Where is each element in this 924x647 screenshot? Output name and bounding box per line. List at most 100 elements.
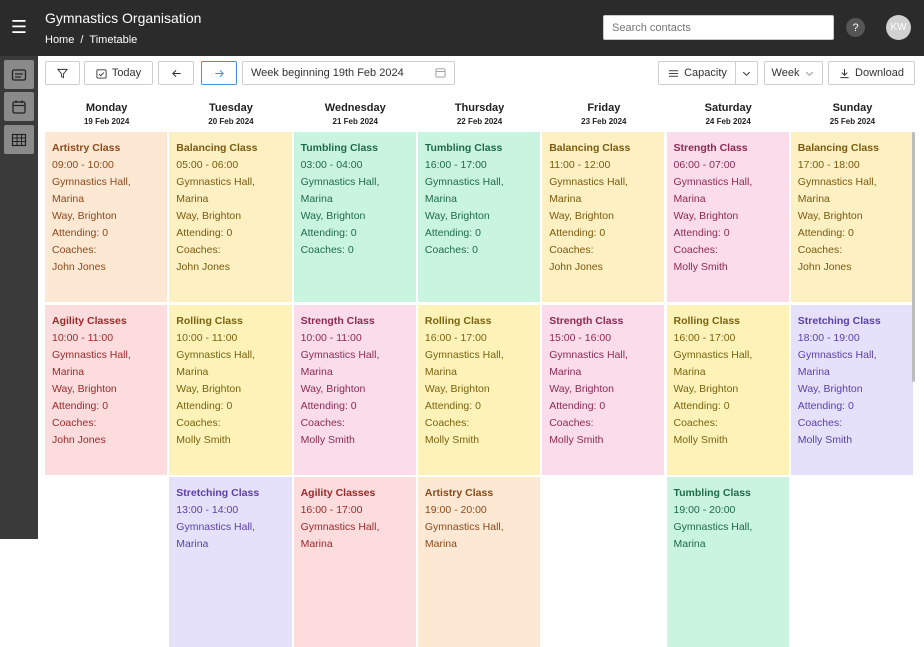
chevron-down-icon bbox=[742, 71, 751, 76]
class-card[interactable]: Stretching Class 18:00 - 19:00 Gymnastics … bbox=[790, 305, 914, 475]
class-card[interactable]: Strength Class 10:00 - 11:00 Gymnastics Ha… bbox=[293, 305, 416, 475]
class-card[interactable]: Balancing Class 11:00 - 12:00 Gymnastics H… bbox=[542, 132, 665, 302]
arrow-right-icon bbox=[214, 69, 224, 77]
class-time: 13:00 - 14:00 bbox=[176, 504, 239, 516]
class-loc2: Way, Brighton bbox=[300, 383, 366, 395]
top-bar: ☰ Gymnastics Organisation Home / Timetab… bbox=[0, 0, 924, 56]
class-name: Artistry Class bbox=[52, 142, 121, 154]
breadcrumb-timetable[interactable]: Timetable bbox=[89, 34, 137, 46]
day-name: Thursday bbox=[454, 102, 505, 114]
class-loc1: Gymnastics Hall, Marina bbox=[176, 521, 256, 550]
class-time: 16:00 - 17:00 bbox=[673, 332, 736, 344]
class-card[interactable]: Balancing Class 17:00 - 18:00 Gymnastics H… bbox=[790, 132, 914, 302]
class-loc2: Way, Brighton bbox=[673, 383, 739, 395]
class-name: Tumbling Class bbox=[424, 142, 503, 154]
class-coach: John Jones bbox=[176, 261, 231, 273]
day-date: 25 Feb 2024 bbox=[829, 117, 876, 126]
class-loc1: Gymnastics Hall, Marina bbox=[52, 176, 131, 205]
class-time: 11:00 - 12:00 bbox=[549, 159, 611, 171]
week-picker[interactable]: Week beginning 19th Feb 2024 bbox=[242, 61, 455, 85]
class-time: 10:00 - 11:00 bbox=[300, 332, 362, 344]
class-card[interactable]: Tumbling Class 03:00 - 04:00 Gymnastics Ha… bbox=[293, 132, 416, 302]
lines-icon bbox=[669, 69, 679, 77]
avatar[interactable]: KW bbox=[886, 15, 911, 40]
class-time: 10:00 - 11:00 bbox=[52, 332, 114, 344]
class-name: Agility Classes bbox=[300, 487, 376, 499]
class-card[interactable]: Tumbling Class 16:00 - 17:00 Gymnastics Ha… bbox=[417, 132, 541, 302]
day-header-monday: Monday 19 Feb 2024 bbox=[45, 98, 168, 132]
class-name: Strength Class bbox=[300, 315, 375, 327]
menu-icon[interactable]: ☰ bbox=[8, 16, 30, 38]
day-date: 21 Feb 2024 bbox=[332, 117, 378, 126]
class-loc2: Way, Brighton bbox=[424, 210, 490, 222]
class-card[interactable]: Rolling Class 10:00 - 11:00 Gymnastics Hal… bbox=[169, 305, 292, 475]
class-card[interactable]: Rolling Class 16:00 - 17:00 Gymnastics Hal… bbox=[666, 305, 789, 475]
class-card[interactable]: Balancing Class 05:00 - 06:00 Gymnastics H… bbox=[169, 132, 292, 302]
class-coaches: Coaches: bbox=[549, 417, 594, 429]
class-name: Balancing Class bbox=[549, 142, 631, 154]
class-card[interactable]: Strength Class 06:00 - 07:00 Gymnastics Ha… bbox=[666, 132, 789, 302]
chevron-down-icon bbox=[806, 71, 814, 76]
class-card[interactable]: Artistry Class 09:00 - 10:00 Gymnastics Ha… bbox=[45, 132, 168, 302]
today-button[interactable]: Today bbox=[84, 61, 153, 85]
filter-icon bbox=[57, 68, 68, 78]
class-card[interactable]: Rolling Class 16:00 - 17:00 Gymnastics Hal… bbox=[417, 305, 541, 475]
next-week-button[interactable] bbox=[201, 61, 237, 85]
day-header-tuesday: Tuesday 20 Feb 2024 bbox=[169, 98, 292, 132]
class-card[interactable]: Stretching Class 13:00 - 14:00 Gymnastics … bbox=[169, 477, 292, 647]
class-coaches: Coaches: bbox=[797, 417, 843, 429]
class-time: 09:00 - 10:00 bbox=[52, 159, 114, 171]
table-icon[interactable] bbox=[4, 125, 34, 154]
class-coaches: Coaches: 0 bbox=[424, 244, 479, 256]
list-view-icon[interactable] bbox=[4, 60, 34, 89]
download-label: Download bbox=[855, 67, 904, 79]
class-time: 19:00 - 20:00 bbox=[424, 504, 487, 516]
day-date: 22 Feb 2024 bbox=[456, 117, 503, 126]
class-time: 19:00 - 20:00 bbox=[673, 504, 736, 516]
class-name: Tumbling Class bbox=[673, 487, 751, 499]
class-loc1: Gymnastics Hall, Marina bbox=[549, 349, 628, 378]
class-loc2: Way, Brighton bbox=[549, 210, 614, 222]
class-card[interactable]: Artistry Class 19:00 - 20:00 Gymnastics Ha… bbox=[417, 477, 541, 647]
day-date: 23 Feb 2024 bbox=[581, 117, 627, 126]
help-icon[interactable]: ? bbox=[846, 18, 865, 37]
class-attending: Attending: 0 bbox=[52, 227, 109, 239]
view-select[interactable]: Week bbox=[764, 61, 823, 85]
class-name: Artistry Class bbox=[424, 487, 494, 499]
calendar-icon[interactable] bbox=[4, 92, 34, 121]
capacity-button[interactable]: Capacity bbox=[658, 61, 736, 85]
class-coaches: Coaches: bbox=[424, 417, 470, 429]
capacity-dropdown[interactable] bbox=[735, 61, 758, 85]
class-card[interactable]: Agility Classes 16:00 - 17:00 Gymnastics H… bbox=[293, 477, 416, 647]
class-loc1: Gymnastics Hall, Marina bbox=[797, 176, 877, 205]
class-card[interactable]: Tumbling Class 19:00 - 20:00 Gymnastics Ha… bbox=[666, 477, 789, 647]
arrow-left-icon bbox=[171, 69, 181, 77]
class-time: 16:00 - 17:00 bbox=[300, 504, 363, 516]
breadcrumb-separator: / bbox=[80, 34, 84, 46]
day-name: Saturday bbox=[704, 102, 752, 114]
filter-button[interactable] bbox=[45, 61, 80, 85]
day-name: Wednesday bbox=[324, 102, 386, 114]
day-name: Monday bbox=[85, 102, 128, 114]
download-button[interactable]: Download bbox=[828, 61, 915, 85]
class-time: 15:00 - 16:00 bbox=[549, 332, 612, 344]
previous-week-button[interactable] bbox=[158, 61, 194, 85]
breadcrumb-home[interactable]: Home bbox=[45, 34, 74, 46]
calendar-icon bbox=[435, 68, 446, 78]
day-header-thursday: Thursday 22 Feb 2024 bbox=[418, 98, 541, 132]
class-loc1: Gymnastics Hall, Marina bbox=[300, 176, 380, 205]
class-name: Strength Class bbox=[549, 315, 624, 327]
class-attending: Attending: 0 bbox=[424, 400, 481, 412]
class-loc2: Way, Brighton bbox=[549, 383, 614, 395]
class-attending: Attending: 0 bbox=[176, 227, 233, 239]
class-card[interactable]: Strength Class 15:00 - 16:00 Gymnastics Ha… bbox=[542, 305, 665, 475]
day-name: Sunday bbox=[832, 102, 873, 114]
class-loc1: Gymnastics Hall, Marina bbox=[797, 349, 877, 378]
search-input[interactable] bbox=[603, 15, 834, 40]
day-name: Tuesday bbox=[209, 102, 253, 114]
class-time: 06:00 - 07:00 bbox=[673, 159, 736, 171]
scrollbar-thumb[interactable] bbox=[912, 132, 915, 382]
class-loc1: Gymnastics Hall, Marina bbox=[549, 176, 628, 205]
week-value: 19th Feb 2024 bbox=[332, 67, 404, 79]
class-card[interactable]: Agility Classes 10:00 - 11:00 Gymnastics H… bbox=[45, 305, 168, 475]
